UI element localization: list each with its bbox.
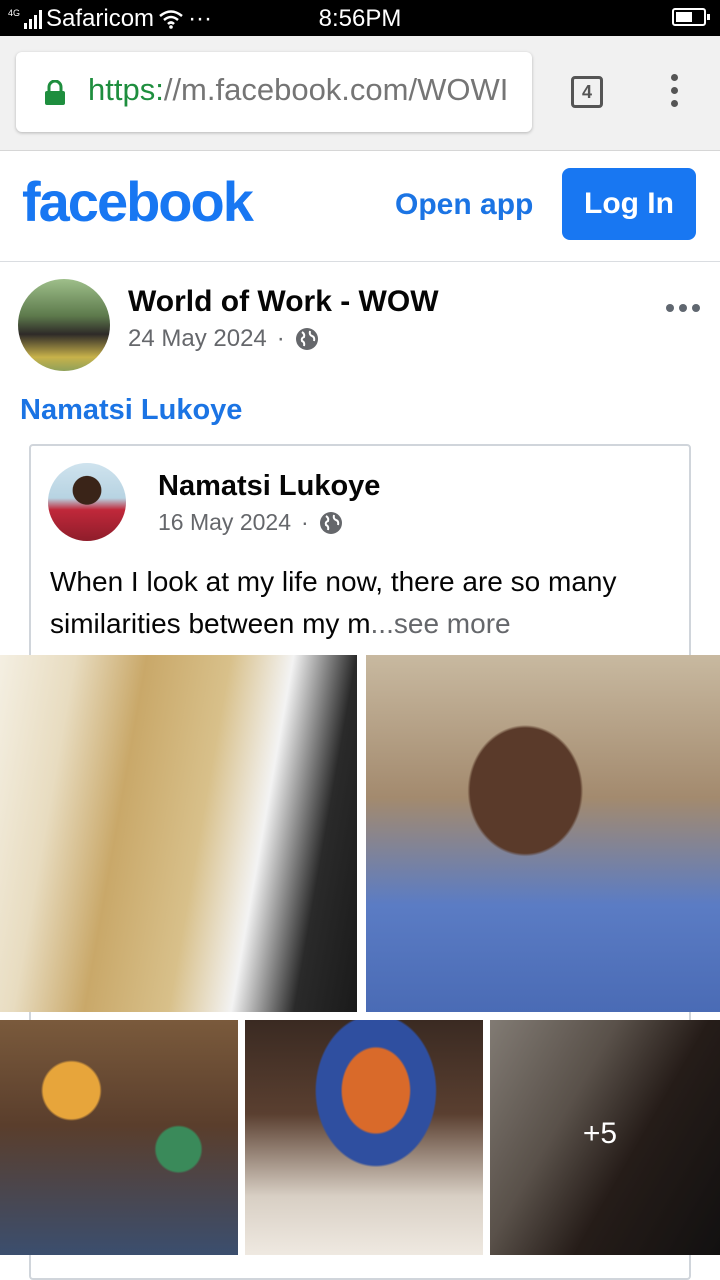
address-bar[interactable]: https://m.facebook.com/WOWI [16,52,532,132]
post-options-icon[interactable] [666,304,700,312]
meta-separator: · [300,509,309,535]
globe-icon [295,328,318,350]
post-date[interactable]: 24 May 2024 [128,325,267,353]
url-path: //m.facebook.com/WOWI [163,72,509,107]
page-avatar[interactable] [18,279,110,371]
more-photos-count: +5 [582,1117,618,1150]
post-text: When I look at my life now, there are so… [50,566,617,639]
meta-separator: · [276,325,285,352]
status-bar: 4G Safaricom ··· 8:56PM [0,0,720,36]
browser-menu-icon[interactable] [668,74,680,110]
page-name[interactable]: World of Work - WOW [128,285,439,319]
tab-switcher-button[interactable]: 4 [571,76,603,108]
post-body: When I look at my life now, there are so… [50,561,680,645]
shared-author-name[interactable]: Namatsi Lukoye [158,470,380,503]
photo-3[interactable] [0,1020,238,1255]
photo-2[interactable] [366,655,720,1012]
url-text: https://m.facebook.com/WOWI [88,72,508,108]
browser-toolbar: https://m.facebook.com/WOWI 4 [0,36,720,151]
lock-icon [45,80,65,105]
shared-author-link[interactable]: Namatsi Lukoye [20,394,242,427]
facebook-header: facebook Open app Log In [0,151,720,262]
photo-5[interactable]: +5 [490,1020,720,1255]
author-avatar[interactable] [48,463,126,541]
battery-icon [672,8,710,26]
post-meta: 24 May 2024 · [128,325,319,353]
photo-1[interactable] [0,655,357,1012]
shared-post-meta: 16 May 2024 · [158,509,343,536]
facebook-logo[interactable]: facebook [22,169,254,234]
photo-4[interactable] [245,1020,483,1255]
url-scheme: https: [88,72,164,107]
clock: 8:56PM [318,5,402,32]
open-app-link[interactable]: Open app [395,188,533,222]
shared-post-date[interactable]: 16 May 2024 [158,509,291,536]
log-in-button[interactable]: Log In [562,168,696,240]
globe-icon [319,511,342,534]
see-more-link[interactable]: ...see more [371,608,511,639]
